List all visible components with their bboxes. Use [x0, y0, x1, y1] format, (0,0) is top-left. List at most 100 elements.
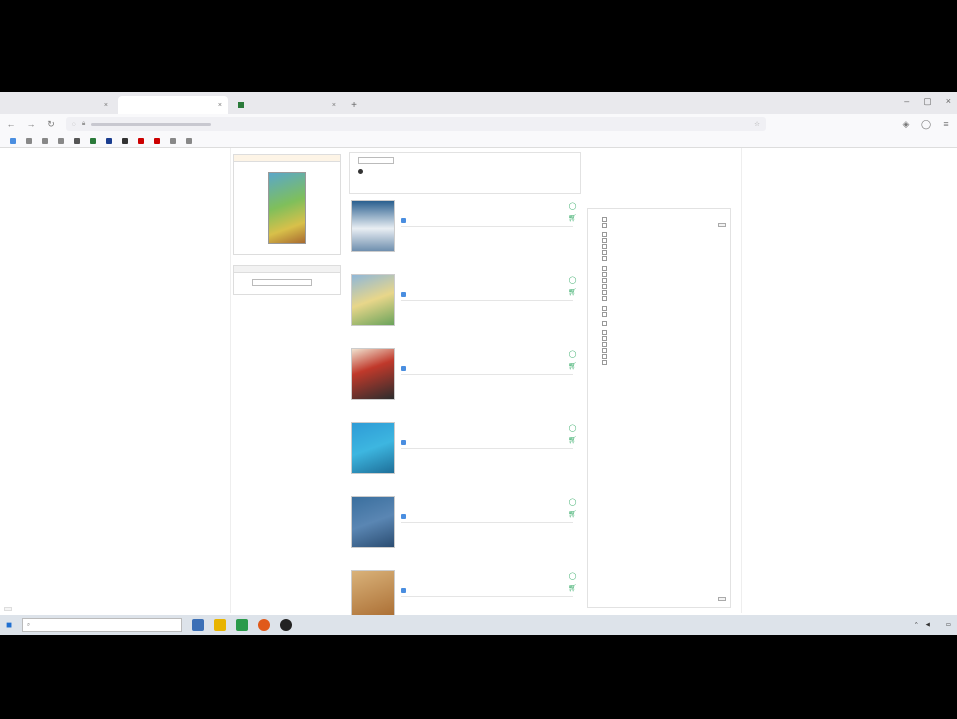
account-icon[interactable]: ◯: [921, 119, 931, 130]
cart-icon[interactable]: 🛒︎: [568, 288, 577, 296]
volume-icon[interactable]: ◀︎: [926, 622, 930, 628]
checkbox[interactable]: [602, 272, 607, 277]
result-cover-image[interactable]: [351, 274, 395, 326]
minimize-icon[interactable]: –: [904, 96, 909, 107]
checkbox[interactable]: [602, 312, 607, 317]
bookmark-item[interactable]: [58, 137, 66, 144]
info-icon[interactable]: [358, 169, 363, 174]
star-icon[interactable]: ☆: [754, 120, 760, 128]
result-cover-image[interactable]: [351, 496, 395, 548]
cart-icon[interactable]: 🛒︎: [568, 510, 577, 518]
bookmark-item[interactable]: [74, 137, 82, 144]
chevron-up-icon[interactable]: ^: [915, 622, 918, 628]
checkbox[interactable]: [602, 217, 607, 222]
facet-option[interactable]: [602, 284, 724, 289]
checkbox[interactable]: [602, 278, 607, 283]
taskbar-search[interactable]: ⌕: [22, 618, 183, 632]
bookmark-item[interactable]: [186, 137, 194, 144]
bookmark-item[interactable]: [138, 137, 146, 144]
cart-icon[interactable]: 🛒︎: [568, 362, 577, 370]
checkbox[interactable]: [602, 256, 607, 261]
facet-option[interactable]: [602, 354, 724, 359]
checkbox[interactable]: [602, 238, 607, 243]
checkbox[interactable]: [602, 232, 607, 237]
facet-option[interactable]: [602, 217, 724, 222]
checkbox[interactable]: [602, 250, 607, 255]
checkbox[interactable]: [602, 336, 607, 341]
checkbox[interactable]: [602, 306, 607, 311]
checkbox[interactable]: [602, 284, 607, 289]
firefox-icon[interactable]: [258, 619, 271, 631]
checkbox[interactable]: [602, 244, 607, 249]
menu-icon[interactable]: ≡: [941, 119, 951, 130]
bookmark-item[interactable]: [122, 137, 130, 144]
facet-option[interactable]: [602, 321, 724, 326]
info-icon[interactable]: ◯: [569, 276, 577, 284]
cart-icon[interactable]: 🛒︎: [568, 584, 577, 592]
tab-1[interactable]: ×: [4, 96, 114, 114]
new-tab-icon[interactable]: +: [346, 96, 362, 114]
facet-option[interactable]: [602, 272, 724, 277]
facet-option[interactable]: [602, 278, 724, 283]
result-cover-image[interactable]: [351, 348, 395, 400]
facet-option[interactable]: [602, 290, 724, 295]
facet-option[interactable]: [602, 306, 724, 311]
facet-option[interactable]: [602, 296, 724, 301]
bookmark-item[interactable]: [26, 137, 34, 144]
tab-2[interactable]: ×: [118, 96, 228, 114]
back-icon[interactable]: ←: [6, 119, 16, 129]
checkbox[interactable]: [602, 266, 607, 271]
checkbox[interactable]: [602, 223, 607, 228]
file-explorer-icon[interactable]: [214, 619, 227, 631]
result-cover-image[interactable]: [351, 422, 395, 474]
forward-icon[interactable]: →: [26, 119, 36, 129]
book-cover-image[interactable]: [268, 172, 306, 244]
app-icon[interactable]: [280, 619, 293, 631]
bookmark-item[interactable]: [154, 137, 162, 144]
bookmark-item[interactable]: [42, 137, 50, 144]
windows-start-icon[interactable]: ■: [6, 620, 12, 631]
facet-option[interactable]: [602, 330, 724, 335]
result-cover-image[interactable]: [351, 200, 395, 252]
facet-option[interactable]: [602, 312, 724, 317]
checkbox[interactable]: [602, 330, 607, 335]
task-view-icon[interactable]: [192, 619, 205, 631]
close-icon[interactable]: ×: [104, 102, 108, 109]
bookmark-item[interactable]: [106, 137, 114, 144]
checkbox[interactable]: [602, 342, 607, 347]
notifications-icon[interactable]: ▭: [946, 622, 951, 628]
login-input[interactable]: [252, 279, 312, 286]
facet-option[interactable]: [602, 250, 724, 255]
facet-option[interactable]: [602, 266, 724, 271]
checkbox[interactable]: [602, 296, 607, 301]
reload-icon[interactable]: ↻: [46, 119, 56, 130]
checkbox[interactable]: [602, 354, 607, 359]
cart-icon[interactable]: 🛒︎: [568, 436, 577, 444]
search-input[interactable]: [358, 157, 394, 164]
facet-option[interactable]: [602, 360, 724, 365]
facet-option[interactable]: [602, 223, 724, 228]
bookmark-item[interactable]: [10, 137, 18, 144]
facet-option[interactable]: [602, 348, 724, 353]
store-icon[interactable]: [236, 619, 249, 631]
checkbox[interactable]: [602, 360, 607, 365]
close-icon[interactable]: ×: [332, 102, 336, 109]
facet-option[interactable]: [602, 342, 724, 347]
facet-option[interactable]: [602, 232, 724, 237]
url-bar[interactable]: ◌ 🔒︎ ☆: [66, 117, 766, 131]
info-icon[interactable]: ◯: [569, 350, 577, 358]
cart-icon[interactable]: 🛒︎: [568, 214, 577, 222]
bookmark-item[interactable]: [170, 137, 178, 144]
checkbox[interactable]: [602, 348, 607, 353]
close-window-icon[interactable]: ×: [946, 96, 951, 107]
close-icon[interactable]: ×: [218, 102, 222, 109]
extensions-icon[interactable]: ◈: [901, 119, 911, 130]
filter-button[interactable]: [718, 597, 726, 601]
tab-3[interactable]: ×: [232, 96, 342, 114]
checkbox[interactable]: [602, 290, 607, 295]
facet-option[interactable]: [602, 336, 724, 341]
checkbox[interactable]: [602, 321, 607, 326]
info-icon[interactable]: ◯: [569, 498, 577, 506]
info-icon[interactable]: ◯: [569, 572, 577, 580]
filter-button[interactable]: [718, 223, 726, 227]
